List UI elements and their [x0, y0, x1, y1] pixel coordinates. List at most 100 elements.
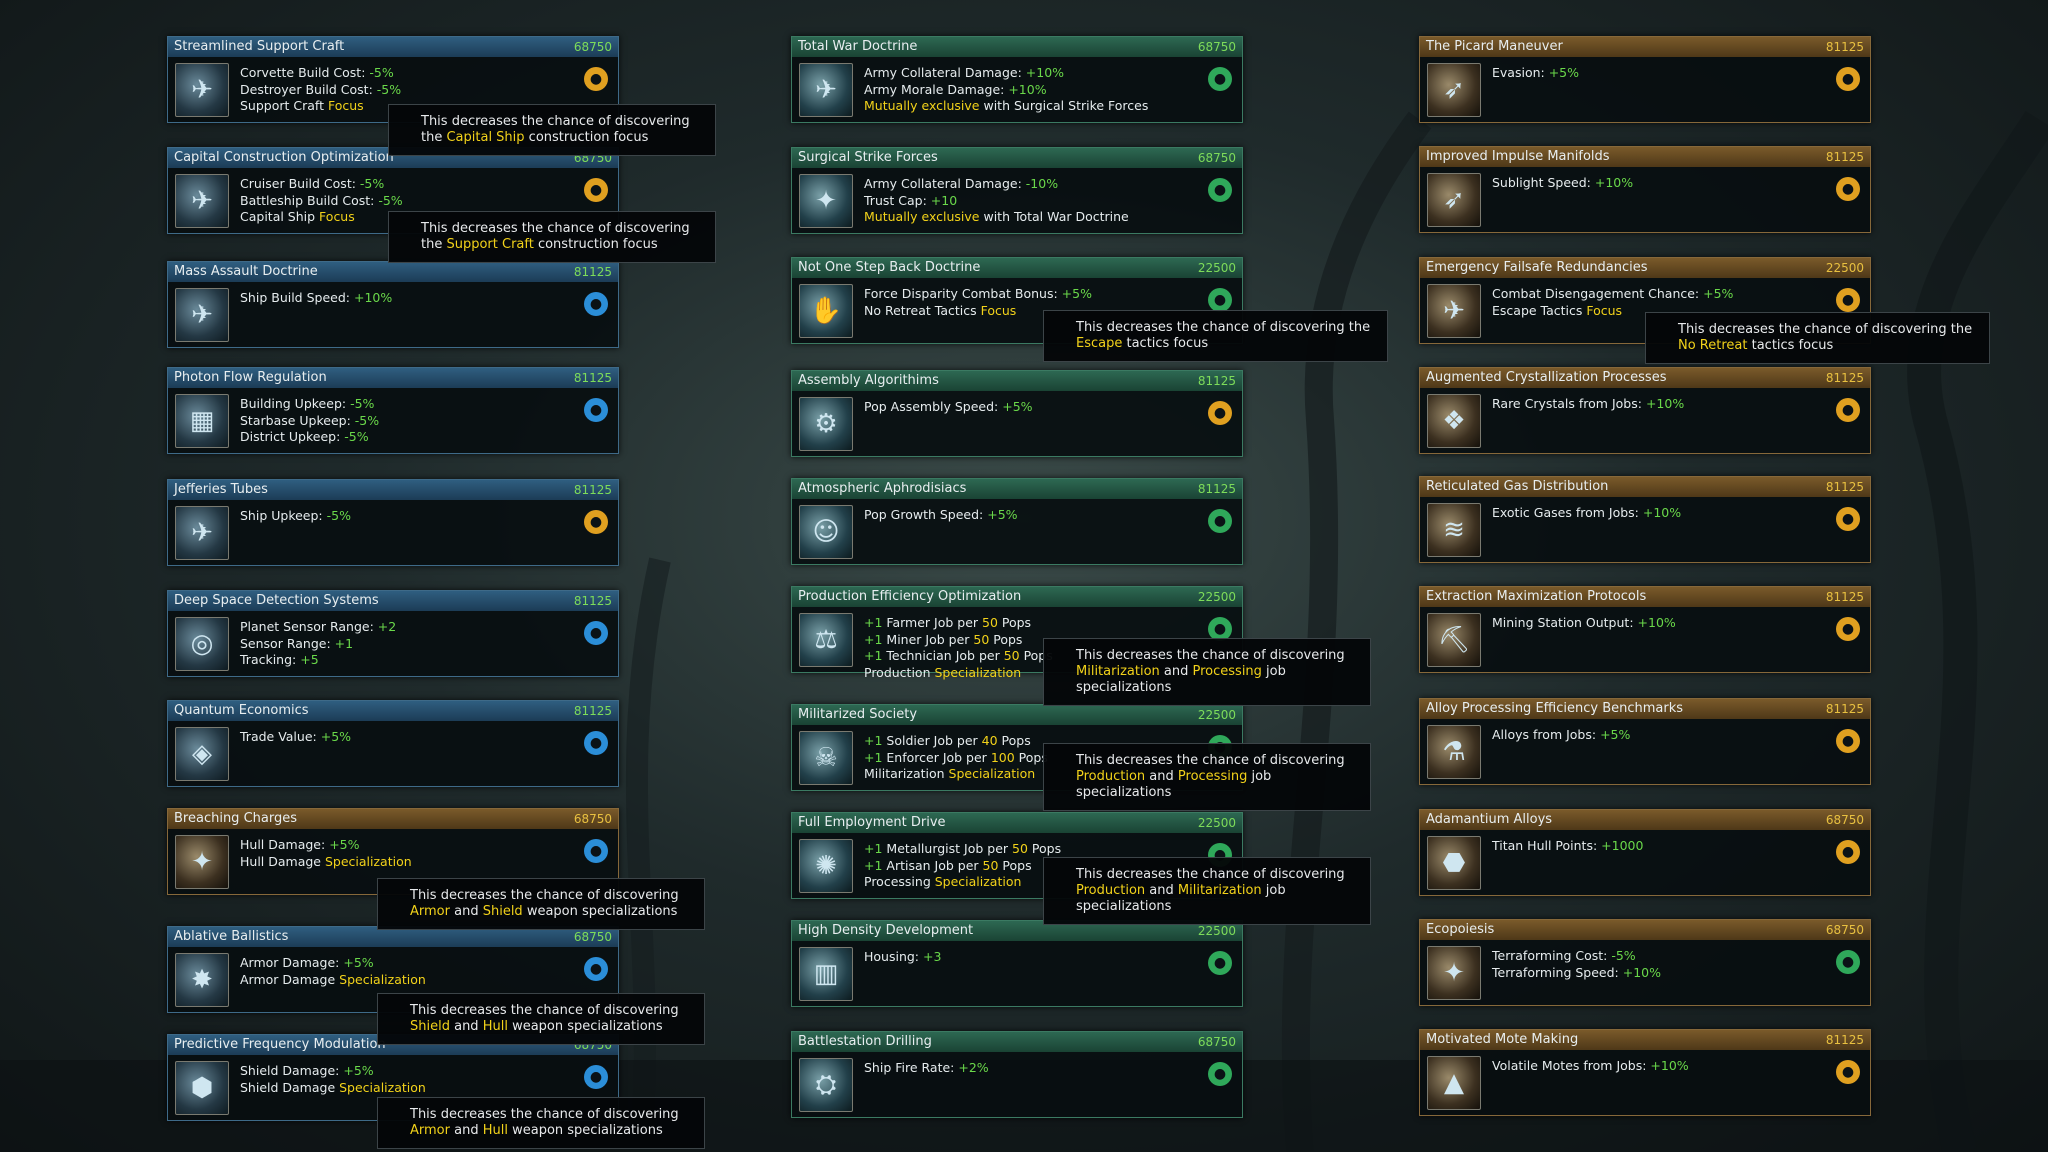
- effect-line: Cruiser Build Cost: -5%: [240, 176, 568, 193]
- text-segment: with Total War Doctrine: [979, 209, 1129, 224]
- tech-title: Full Employment Drive: [798, 815, 946, 830]
- value-segment: Focus: [1586, 302, 1623, 318]
- tooltip: This decreases the chance of discovering…: [377, 993, 705, 1045]
- tech-effects: Army Collateral Damage: -10% Trust Cap: +…: [864, 176, 1192, 226]
- tech-effects: Armor Damage: +5% Armor Damage Specializa…: [240, 955, 568, 988]
- research-cost: 81125: [1825, 702, 1864, 716]
- text-segment: Miner Job per: [882, 631, 974, 647]
- tech-option-card[interactable]: The Picard Maneuver 81125 ➶ Evasion: +5% ●: [1419, 36, 1871, 123]
- text-segment: Alloys from Jobs:: [1492, 727, 1601, 742]
- tech-option-card[interactable]: Mass Assault Doctrine 81125 ✈ Ship Build Sp…: [167, 261, 619, 348]
- value-segment: 50: [973, 631, 990, 647]
- effect-line: Sensor Range: +1: [240, 636, 568, 653]
- tech-option-card[interactable]: Surgical Strike Forces 68750 ✦ Army Collate…: [791, 147, 1243, 234]
- text-segment: Pop Assembly Speed:: [864, 399, 1003, 414]
- tooltip: This decreases the chance of discovering…: [1043, 638, 1371, 706]
- tech-title: Breaching Charges: [174, 811, 297, 826]
- tooltip: This decreases the chance of discovering…: [1043, 743, 1371, 811]
- tech-option-card[interactable]: Adamantium Alloys 68750 ⬣ Titan Hull Points…: [1419, 809, 1871, 896]
- effect-line: Hull Damage Specialization: [240, 854, 568, 871]
- research-cost: 68750: [573, 40, 612, 54]
- tech-option-card[interactable]: Alloy Processing Efficiency Benchmarks 81…: [1419, 698, 1871, 785]
- text-segment: tactics focus: [1122, 336, 1209, 351]
- text-segment: and: [449, 1019, 483, 1034]
- propulsion-icon: ●: [1836, 177, 1860, 201]
- tech-effects: Titan Hull Points: +1000: [1492, 838, 1820, 855]
- tech-effects: Sublight Speed: +10%: [1492, 175, 1820, 192]
- tech-effects: Army Collateral Damage: +10% Army Morale …: [864, 65, 1192, 115]
- value-segment: +5%: [1703, 286, 1734, 301]
- text-segment: Destroyer Build Cost:: [240, 81, 377, 97]
- effect-line: Destroyer Build Cost: -5%: [240, 82, 568, 99]
- tech-option-card[interactable]: Augmented Crystallization Processes 81125…: [1419, 367, 1871, 454]
- tech-option-card[interactable]: Atmospheric Aphrodisiacs 81125 ☺ Pop Growth…: [791, 478, 1243, 565]
- text-segment: Hull Damage: [240, 853, 325, 869]
- card-header: Quantum Economics 81125: [168, 701, 618, 721]
- shipyard-icon: ●: [584, 621, 608, 645]
- tech-effects: Ship Upkeep: -5%: [240, 508, 568, 525]
- tech-title: Assembly Algorithims: [798, 373, 939, 388]
- value-segment: +1: [864, 631, 883, 647]
- industry-icon: ●: [1836, 617, 1860, 641]
- research-cost: 81125: [1825, 590, 1864, 604]
- card-header: Streamlined Support Craft 68750: [168, 37, 618, 57]
- tooltip: This decreases the chance of discovering…: [1043, 857, 1371, 925]
- card-header: Emergency Failsafe Redundancies 22500: [1420, 258, 1870, 278]
- tech-title: The Picard Maneuver: [1426, 39, 1563, 54]
- tech-effects: Pop Growth Speed: +5%: [864, 507, 1192, 524]
- tech-option-card[interactable]: Jefferies Tubes 81125 ✈ Ship Upkeep: -5% ●: [167, 479, 619, 566]
- tech-option-card[interactable]: Improved Impulse Manifolds 81125 ➶ Sublight…: [1419, 146, 1871, 233]
- effect-line: Mining Station Output: +10%: [1492, 615, 1820, 632]
- tech-option-card[interactable]: High Density Development 22500 ▥ Housing: +…: [791, 920, 1243, 1007]
- value-segment: 50: [982, 615, 998, 630]
- card-header: Surgical Strike Forces 68750: [792, 148, 1242, 168]
- tech-option-card[interactable]: Total War Doctrine 68750 ✈ Army Collateral …: [791, 36, 1243, 123]
- tech-option-card[interactable]: Deep Space Detection Systems 81125 ◎ Planet…: [167, 590, 619, 677]
- effect-line: Combat Disengagement Chance: +5%: [1492, 286, 1820, 303]
- shipyard-icon: ●: [584, 398, 608, 422]
- tech-option-card[interactable]: Extraction Maximization Protocols 81125 ⛏ M…: [1419, 586, 1871, 673]
- text-segment: Evasion:: [1492, 65, 1549, 80]
- tech-title: Production Efficiency Optimization: [798, 589, 1022, 604]
- text-segment: Trust Cap:: [864, 192, 931, 208]
- text-segment: construction focus: [524, 130, 649, 145]
- text-segment: Force Disparity Combat Bonus:: [864, 286, 1062, 301]
- tech-title: Streamlined Support Craft: [174, 39, 345, 54]
- value-segment: +10: [930, 192, 958, 208]
- tech-option-card[interactable]: Battlestation Drilling 68750 ⛭ Ship Fire Ra…: [791, 1031, 1243, 1118]
- tech-effects: Shield Damage: +5% Shield Damage Speciali…: [240, 1063, 568, 1096]
- tech-option-card[interactable]: Quantum Economics 81125 ◈ Trade Value: +5% ●: [167, 700, 619, 787]
- tooltip: This decreases the chance of discovering…: [388, 211, 716, 263]
- tech-title: Mass Assault Doctrine: [174, 264, 318, 279]
- tech-effects: Alloys from Jobs: +5%: [1492, 727, 1820, 744]
- value-segment: +1: [864, 749, 883, 765]
- value-segment: +1: [864, 615, 883, 630]
- card-header: Mass Assault Doctrine 81125: [168, 262, 618, 282]
- tooltip: This decreases the chance of discovering…: [1043, 310, 1388, 362]
- tech-option-card[interactable]: Assembly Algorithims 81125 ⚙ Pop Assembly S…: [791, 370, 1243, 457]
- text-segment: weapon specializations: [507, 1123, 663, 1138]
- materials-icon: ●: [1836, 507, 1860, 531]
- value-segment: Focus: [327, 98, 364, 113]
- tech-option-card[interactable]: Photon Flow Regulation 81125 ▦ Building Upk…: [167, 367, 619, 454]
- value-segment: +5: [300, 652, 319, 667]
- research-cost: 81125: [1825, 150, 1864, 164]
- card-header: The Picard Maneuver 81125: [1420, 37, 1870, 57]
- value-segment: +5%: [987, 507, 1018, 522]
- text-segment: Volatile Motes from Jobs:: [1492, 1058, 1651, 1073]
- tech-title: Capital Construction Optimization: [174, 150, 394, 165]
- tech-option-card[interactable]: Motivated Mote Making 81125 ▲ Volatile Mote…: [1419, 1029, 1871, 1116]
- effect-line: Terraforming Cost: -5%: [1492, 948, 1820, 965]
- cruiser-ship-icon: ✈: [175, 174, 229, 228]
- research-cost: 68750: [1825, 813, 1864, 827]
- tech-option-card[interactable]: Ecopoiesis 68750 ✦ Terraforming Cost: -5% Te…: [1419, 919, 1871, 1006]
- society-icon: ●: [1208, 509, 1232, 533]
- housing-icon: ▥: [799, 947, 853, 1001]
- value-segment: Focus: [980, 302, 1017, 318]
- materials-icon: ●: [1836, 398, 1860, 422]
- impulse-icon: ➶: [1427, 173, 1481, 227]
- text-segment: This decreases the chance of discovering: [410, 1107, 679, 1122]
- engineering-rocket-icon: ●: [584, 178, 608, 202]
- tech-option-card[interactable]: Reticulated Gas Distribution 81125 ≋ Exotic…: [1419, 476, 1871, 563]
- value-segment: -5%: [376, 81, 402, 97]
